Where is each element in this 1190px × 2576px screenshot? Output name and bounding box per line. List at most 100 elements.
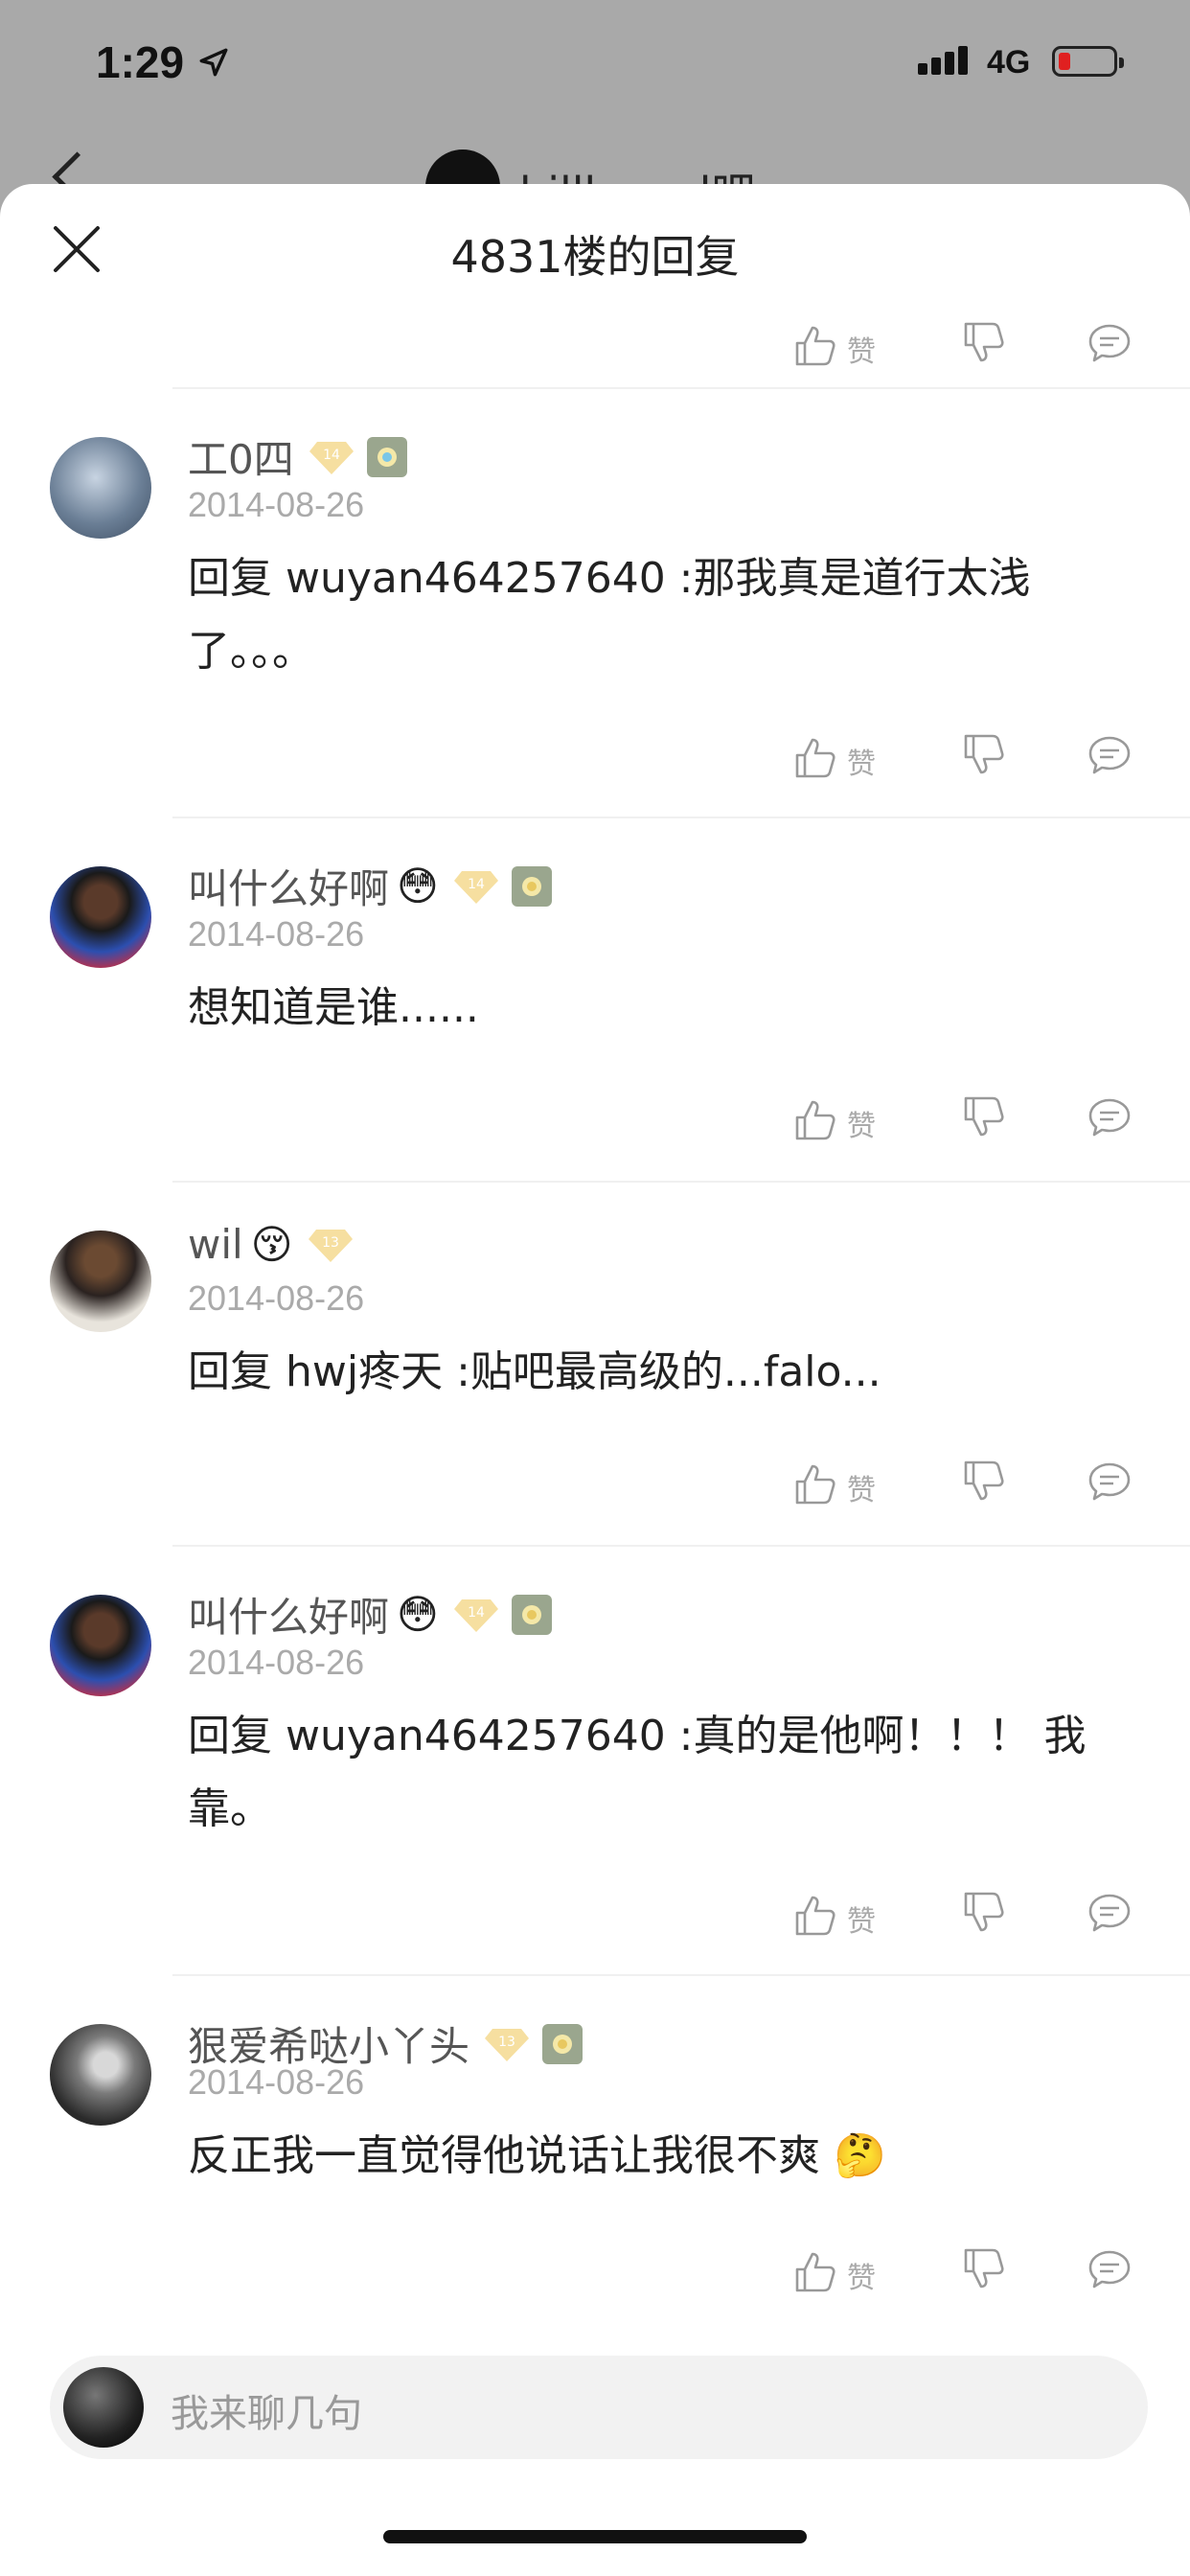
dislike-button[interactable] — [960, 732, 1006, 778]
like-label: 赞 — [847, 1110, 876, 1143]
battery-icon — [1052, 46, 1124, 77]
reply-date: 2014-08-26 — [188, 1278, 365, 1318]
post-actions: 赞 — [0, 310, 1190, 387]
location-arrow-icon — [199, 48, 228, 77]
reply-text[interactable]: 反正我一直觉得他说话让我很不爽 🤔 — [188, 2120, 1146, 2193]
reply-text[interactable]: 回复 wuyan464257640 :那我真是道行太浅 了。。。 — [188, 542, 1146, 688]
username[interactable]: 叫什么好啊 — [188, 1585, 389, 1644]
avatar[interactable] — [50, 866, 151, 968]
username[interactable]: 叫什么好啊 — [188, 857, 389, 915]
comment-button[interactable] — [1087, 1459, 1133, 1505]
like-button[interactable]: 赞 — [791, 320, 876, 370]
comment-input-placeholder: 我来聊几句 — [171, 2392, 362, 2436]
comment-button[interactable] — [1087, 2246, 1133, 2292]
svg-text:13: 13 — [498, 2035, 515, 2050]
comment-icon — [1088, 1462, 1131, 1501]
comment-icon — [1088, 736, 1131, 774]
level-badge-icon: 14 — [453, 870, 498, 904]
username-row: 叫什么好啊 😳 14 — [188, 1585, 554, 1644]
signal-icon — [918, 46, 972, 75]
level-badge-icon: 14 — [309, 441, 354, 474]
comment-icon — [1088, 324, 1131, 362]
thumbs-up-icon — [795, 2252, 835, 2292]
comment-button[interactable] — [1087, 732, 1133, 778]
username-emoji: 😳 — [397, 862, 439, 909]
thumbs-up-icon — [795, 1896, 835, 1936]
thumbs-up-icon — [795, 326, 835, 366]
comment-icon — [1088, 1894, 1131, 1932]
comment-icon — [1088, 2250, 1131, 2288]
username-row: 工0四 14 — [188, 427, 409, 486]
dislike-button[interactable] — [960, 2246, 1006, 2292]
thumbs-up-icon — [795, 738, 835, 778]
like-label: 赞 — [847, 335, 876, 369]
comment-button[interactable] — [1087, 1890, 1133, 1936]
level-badge-icon: 13 — [485, 2028, 530, 2061]
username[interactable]: wil — [188, 1221, 243, 1268]
dislike-button[interactable] — [960, 1890, 1006, 1936]
reply-date: 2014-08-26 — [188, 1643, 365, 1682]
level-badge-icon: 14 — [453, 1598, 498, 1632]
thumbs-up-icon — [795, 1464, 835, 1505]
reply-item: wil 😚 13 2014-08-26 回复 hwj疼天 :贴吧最高级的...f… — [0, 1183, 1190, 1545]
level-badge-icon: 13 — [308, 1229, 353, 1262]
svg-text:13: 13 — [322, 1235, 339, 1251]
reply-text-line: 了。。。 — [188, 627, 314, 676]
username[interactable]: 工0四 — [188, 427, 294, 486]
like-button[interactable]: 赞 — [791, 1890, 876, 1940]
sun-badge-icon — [366, 436, 407, 477]
reply-text-line: 回复 wuyan464257640 :真的是他啊！！！ 我 — [188, 1712, 1087, 1760]
sheet-title: 4831楼的回复 — [450, 231, 740, 283]
like-label: 赞 — [847, 1905, 876, 1939]
avatar[interactable] — [50, 1230, 151, 1332]
avatar[interactable] — [50, 1595, 151, 1696]
reply-text[interactable]: 回复 wuyan464257640 :真的是他啊！！！ 我 靠。 — [188, 1700, 1146, 1846]
thumbs-down-icon — [964, 734, 1004, 774]
network-type: 4G — [987, 44, 1031, 80]
comment-input[interactable]: 我来聊几句 — [50, 2356, 1148, 2459]
username-row: 叫什么好啊 😳 14 — [188, 857, 554, 915]
dislike-button[interactable] — [960, 1094, 1006, 1140]
reply-item: 叫什么好啊 😳 14 2014-08-26 想知道是谁...... 赞 — [0, 818, 1190, 1181]
reply-actions: 赞 — [0, 2237, 1190, 2313]
thumbs-down-icon — [964, 2248, 1004, 2288]
like-button[interactable]: 赞 — [791, 1459, 876, 1508]
like-button[interactable]: 赞 — [791, 2246, 876, 2296]
comment-button[interactable] — [1087, 320, 1133, 366]
avatar[interactable] — [50, 437, 151, 539]
home-indicator[interactable] — [383, 2530, 807, 2543]
reply-actions: 赞 — [0, 1880, 1190, 1957]
reply-text-line: 回复 hwj疼天 :贴吧最高级的...falo... — [188, 1347, 881, 1396]
sheet-header: 4831楼的回复 — [0, 184, 1190, 310]
like-label: 赞 — [847, 2262, 876, 2295]
reply-text[interactable]: 回复 hwj疼天 :贴吧最高级的...falo... — [188, 1336, 1146, 1409]
like-label: 赞 — [847, 1474, 876, 1507]
username-emoji: 😚 — [250, 1221, 293, 1268]
comment-button[interactable] — [1087, 1094, 1133, 1140]
reply-date: 2014-08-26 — [188, 914, 365, 954]
sun-badge-icon — [542, 2023, 584, 2064]
reply-text-line: 反正我一直觉得他说话让我很不爽 🤔 — [188, 2131, 886, 2180]
sun-badge-icon — [511, 1594, 552, 1635]
reply-sheet: 4831楼的回复 赞 工0四 14 2014-08-26 回复 wuyan464… — [0, 184, 1190, 2576]
like-button[interactable]: 赞 — [791, 732, 876, 782]
reply-actions: 赞 — [0, 1449, 1190, 1526]
thumbs-down-icon — [964, 1892, 1004, 1932]
reply-actions: 赞 — [0, 1085, 1190, 1162]
thumbs-down-icon — [964, 1460, 1004, 1501]
dislike-button[interactable] — [960, 1459, 1006, 1505]
dislike-button[interactable] — [960, 320, 1006, 366]
thumbs-up-icon — [795, 1100, 835, 1140]
reply-text-line: 靠。 — [188, 1784, 272, 1833]
reply-item: 叫什么好啊 😳 14 2014-08-26 回复 wuyan464257640 … — [0, 1547, 1190, 1974]
reply-item: 工0四 14 2014-08-26 回复 wuyan464257640 :那我真… — [0, 389, 1190, 816]
reply-date: 2014-08-26 — [188, 485, 365, 524]
like-button[interactable]: 赞 — [791, 1094, 876, 1144]
avatar[interactable] — [50, 2024, 151, 2126]
status-time: 1:29 — [96, 37, 185, 87]
sun-badge-icon — [511, 865, 552, 907]
reply-text[interactable]: 想知道是谁...... — [188, 972, 1146, 1045]
reply-item: 狠爱希哒小丫头 13 2014-08-26 反正我一直觉得他说话让我很不爽 🤔 … — [0, 1976, 1190, 2338]
reply-actions: 赞 — [0, 723, 1190, 799]
status-bar: 1:29 4G — [0, 0, 1190, 134]
